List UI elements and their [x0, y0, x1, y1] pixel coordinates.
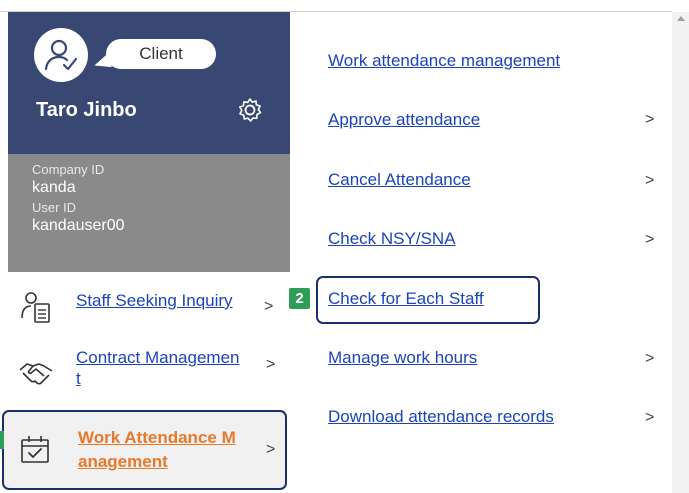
gear-icon[interactable]	[236, 96, 264, 124]
submenu-item-cancel-attendance[interactable]: Cancel Attendance	[328, 170, 471, 190]
role-badge: Client	[106, 39, 216, 69]
sidebar-item-label[interactable]: Contract Managemen	[76, 347, 239, 368]
submenu-item-approve-attendance[interactable]: Approve attendance	[328, 110, 480, 130]
submenu-item-check-nsy-sna[interactable]: Check NSY/SNA	[328, 229, 456, 249]
left-panel: Client Taro Jinbo Company ID kanda User …	[2, 12, 290, 493]
user-id-value: kandauser00	[32, 217, 125, 234]
user-id-label: User ID	[32, 200, 77, 215]
sidebar-item-label[interactable]: Work Attendance M	[78, 427, 236, 448]
calendar-check-icon	[21, 436, 49, 463]
sidebar-item-label[interactable]: Staff Seeking Inquiry	[76, 290, 233, 311]
submenu-item-work-attendance-management[interactable]: Work attendance management	[328, 51, 560, 71]
chevron-right-icon: >	[645, 111, 655, 128]
sidebar-item-label-wrap[interactable]: t	[76, 368, 81, 389]
highlight-check-for-each-staff	[316, 276, 540, 324]
avatar	[34, 28, 88, 82]
chevron-right-icon: >	[266, 356, 276, 373]
scroll-up-arrow-icon[interactable]	[677, 16, 685, 21]
sidebar-item-label-wrap[interactable]: anagement	[78, 451, 168, 472]
sidebar-item-contract-management[interactable]: Contract Managemen t >	[8, 334, 290, 406]
chevron-right-icon: >	[645, 350, 655, 367]
user-name: Taro Jinbo	[36, 99, 137, 121]
submenu-item-manage-work-hours[interactable]: Manage work hours	[328, 348, 477, 368]
submenu-item-download-attendance-records[interactable]: Download attendance records	[328, 407, 554, 427]
scrollbar[interactable]	[672, 12, 689, 493]
sidebar-item-work-attendance-management[interactable]: Work Attendance M anagement >	[2, 410, 287, 490]
handshake-icon	[19, 363, 53, 385]
step-badge: 2	[289, 288, 310, 309]
chevron-right-icon: >	[264, 298, 274, 315]
chevron-right-icon: >	[645, 172, 655, 189]
company-id-value: kanda	[32, 179, 76, 196]
account-ids: Company ID kanda User ID kandauser00	[8, 154, 290, 272]
chevron-right-icon: >	[266, 441, 276, 458]
chevron-right-icon: >	[645, 231, 655, 248]
company-id-label: Company ID	[32, 162, 105, 177]
user-icon	[44, 39, 78, 71]
profile-header: Client Taro Jinbo	[8, 12, 290, 154]
step-marker-edge	[0, 431, 4, 449]
staff-profile-icon	[21, 292, 50, 323]
submenu-panel: Work attendance management Approve atten…	[290, 12, 672, 493]
chevron-right-icon: >	[645, 409, 655, 426]
sidebar-item-staff-seeking-inquiry[interactable]: Staff Seeking Inquiry >	[8, 274, 290, 334]
